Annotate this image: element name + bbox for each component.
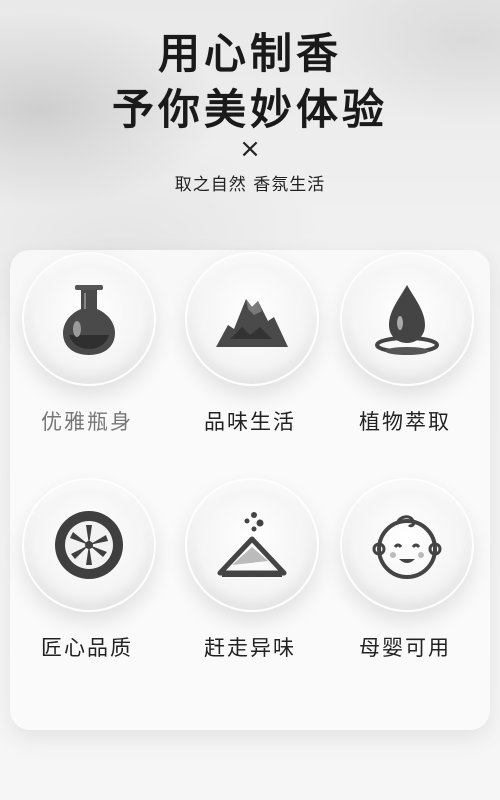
feature-label: 赶走异味 (204, 636, 296, 660)
feature-label: 母婴可用 (359, 636, 451, 660)
feature-badge (22, 478, 156, 612)
feature-badge (340, 252, 474, 386)
feature-badge (185, 478, 319, 612)
feature-badge (185, 252, 319, 386)
headline-line-2: 予你美妙体验 (111, 85, 388, 134)
headline-line-1: 用心制香 (157, 29, 342, 78)
water-drop-icon (375, 285, 439, 355)
flask-icon (63, 285, 115, 355)
baby-face-icon (372, 515, 442, 579)
mountain-icon (216, 299, 288, 347)
subtitle: 取之自然 香氛生活 (174, 175, 326, 195)
feature-label: 植物萃取 (359, 410, 451, 434)
feature-label: 匠心品质 (41, 636, 133, 660)
feature-label: 优雅瓶身 (41, 410, 133, 434)
times-symbol: × (239, 134, 261, 164)
feature-badge (22, 252, 156, 386)
citrus-slice-icon (55, 511, 123, 579)
feature-label: 品味生活 (204, 410, 296, 434)
feature-badge (340, 478, 474, 612)
powder-pile-icon (217, 512, 287, 577)
